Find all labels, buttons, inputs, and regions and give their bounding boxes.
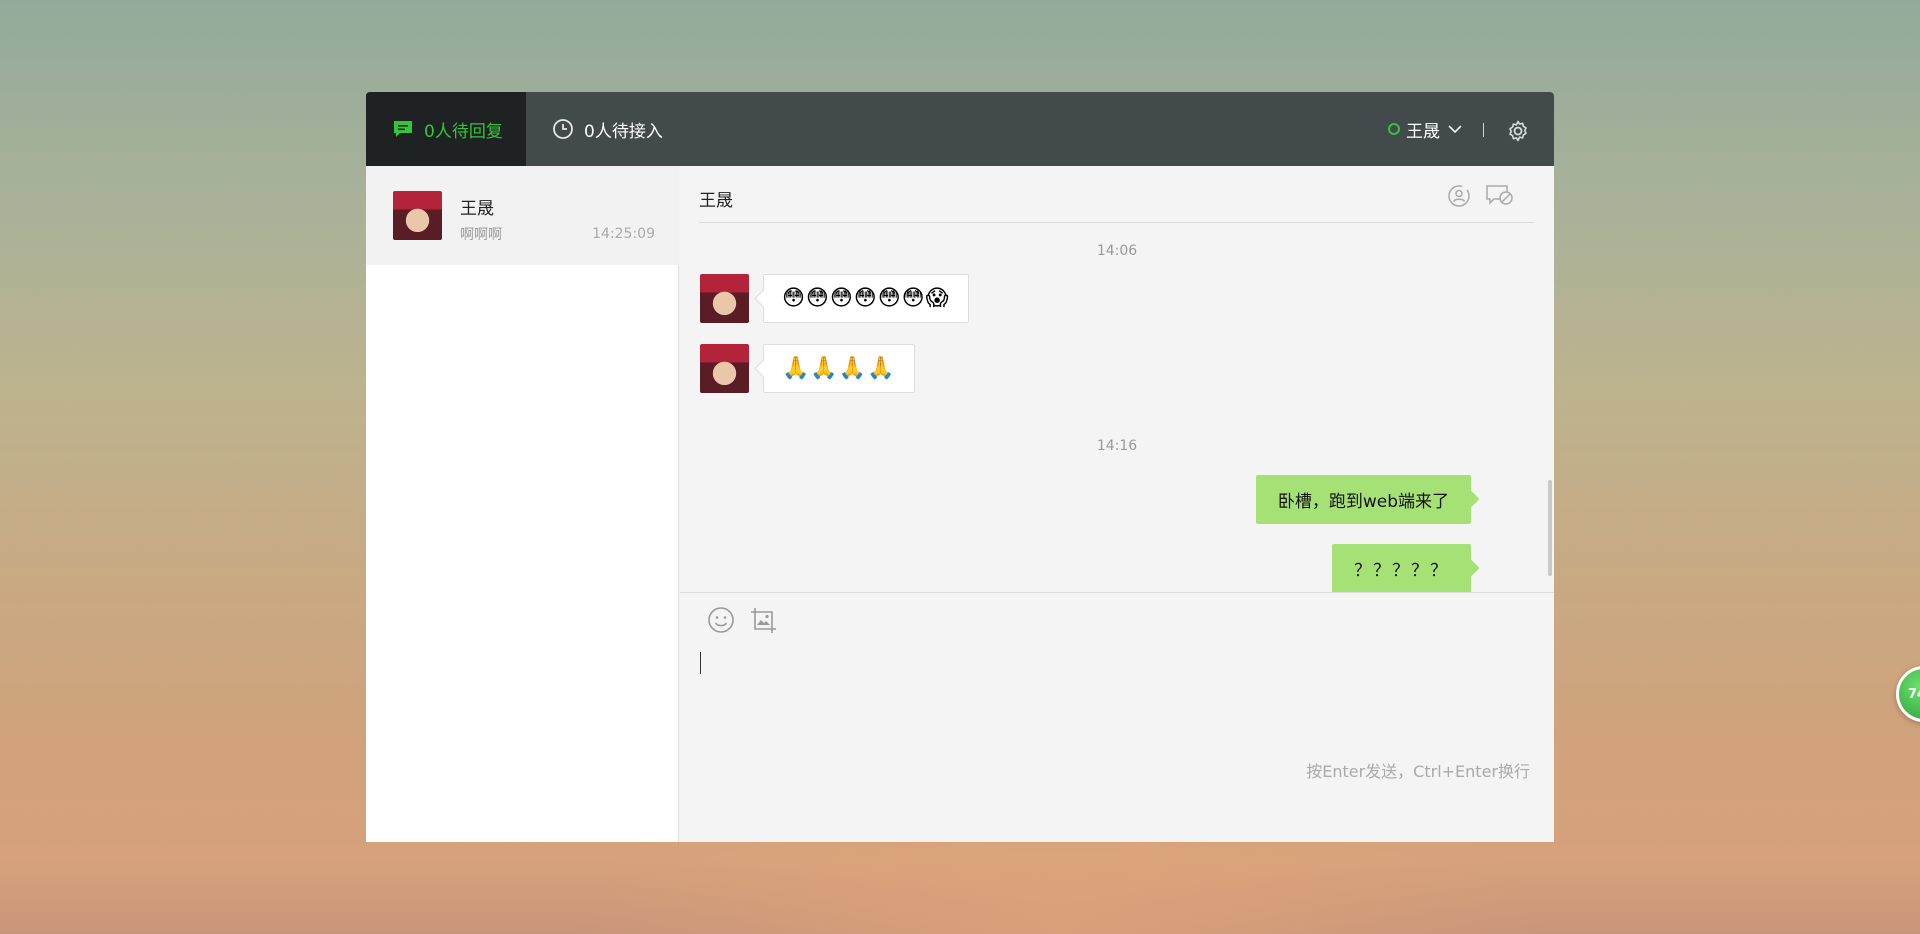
top-bar: 0人待回复 0人待接入 王晟 xyxy=(366,92,1554,166)
send-hint: 按Enter发送，Ctrl+Enter换行 xyxy=(1306,762,1530,781)
message-input[interactable] xyxy=(700,648,1530,768)
outgoing-message: ？？？？？ xyxy=(1332,544,1471,592)
topbar-divider xyxy=(1483,123,1484,137)
gear-icon[interactable] xyxy=(1506,119,1530,143)
message-composer: 按Enter发送，Ctrl+Enter换行 xyxy=(680,592,1554,842)
conversation-time: 14:25:09 xyxy=(592,226,655,242)
text-caret xyxy=(700,652,701,674)
tab-pending-replies[interactable]: 0人待回复 xyxy=(366,92,526,166)
online-status-icon xyxy=(1388,123,1400,135)
chat-bubble-icon xyxy=(392,118,414,140)
tab-waiting-access[interactable]: 0人待接入 xyxy=(526,92,663,166)
avatar xyxy=(393,191,442,240)
clock-icon xyxy=(552,118,574,140)
user-name: 王晟 xyxy=(1406,121,1440,142)
tab-waiting-access-label: 0人待接入 xyxy=(584,121,663,142)
message-list: 14:06 😳😳😳😳😳😳😱 🙏🙏🙏🙏 14:16 卧槽，跑到web端来了 ？？？… xyxy=(680,224,1554,592)
conversation-list: 王晟 啊啊啊 14:25:09 xyxy=(366,166,679,842)
end-chat-icon[interactable] xyxy=(1485,182,1515,210)
incoming-message: 🙏🙏🙏🙏 xyxy=(763,344,915,393)
transfer-user-icon[interactable] xyxy=(1444,182,1474,210)
emoji-icon[interactable] xyxy=(706,605,736,635)
time-divider: 14:16 xyxy=(1096,438,1138,454)
conversation-preview: 啊啊啊 xyxy=(460,227,502,243)
chevron-down-icon xyxy=(1448,124,1462,134)
conversation-item[interactable]: 王晟 啊啊啊 14:25:09 xyxy=(366,166,679,265)
chat-title: 王晟 xyxy=(699,191,733,211)
tab-pending-replies-label: 0人待回复 xyxy=(424,121,503,142)
time-divider: 14:06 xyxy=(1096,243,1138,259)
avatar xyxy=(700,344,749,393)
message-scrollbar[interactable] xyxy=(1548,480,1552,576)
image-icon[interactable] xyxy=(748,605,778,635)
avatar xyxy=(700,274,749,323)
incoming-message: 😳😳😳😳😳😳😱 xyxy=(763,274,969,323)
chat-panel: 王晟 14:06 😳😳😳😳😳😳😱 � xyxy=(680,166,1554,842)
floating-badge-count: 74 xyxy=(1908,686,1920,702)
chat-header: 王晟 xyxy=(699,166,1534,223)
app-window: 0人待回复 0人待接入 王晟 王晟 啊啊啊 14:25:09 王晟 14:06 … xyxy=(366,92,1554,842)
user-menu[interactable]: 王晟 xyxy=(1388,92,1462,166)
conversation-name: 王晟 xyxy=(460,199,494,219)
outgoing-message: 卧槽，跑到web端来了 xyxy=(1255,475,1471,524)
